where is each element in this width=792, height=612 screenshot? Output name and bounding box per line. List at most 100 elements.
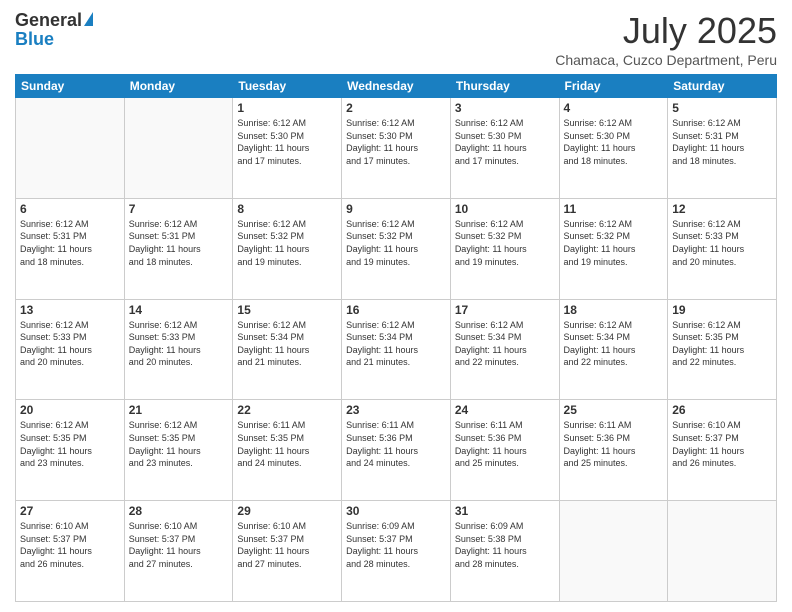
table-row: 2 Sunrise: 6:12 AM Sunset: 5:30 PM Daylig… (342, 98, 451, 199)
table-row: 12 Sunrise: 6:12 AM Sunset: 5:33 PM Dayli… (668, 198, 777, 299)
page: General Blue July 2025 Chamaca, Cuzco De… (0, 0, 792, 612)
table-row (668, 501, 777, 602)
day-info: Sunrise: 6:12 AM Sunset: 5:32 PM Dayligh… (455, 218, 555, 268)
day-info: Sunrise: 6:11 AM Sunset: 5:36 PM Dayligh… (455, 419, 555, 469)
day-info: Sunrise: 6:12 AM Sunset: 5:34 PM Dayligh… (237, 319, 337, 369)
table-row: 7 Sunrise: 6:12 AM Sunset: 5:31 PM Daylig… (124, 198, 233, 299)
table-row: 10 Sunrise: 6:12 AM Sunset: 5:32 PM Dayli… (450, 198, 559, 299)
day-info: Sunrise: 6:11 AM Sunset: 5:36 PM Dayligh… (346, 419, 446, 469)
col-wednesday: Wednesday (342, 75, 451, 98)
day-info: Sunrise: 6:09 AM Sunset: 5:38 PM Dayligh… (455, 520, 555, 570)
col-friday: Friday (559, 75, 668, 98)
day-info: Sunrise: 6:12 AM Sunset: 5:32 PM Dayligh… (564, 218, 664, 268)
day-number: 4 (564, 101, 664, 115)
day-info: Sunrise: 6:12 AM Sunset: 5:35 PM Dayligh… (672, 319, 772, 369)
table-row: 9Sunrise: 6:12 AM Sunset: 5:32 PM Daylig… (342, 198, 451, 299)
day-number: 28 (129, 504, 229, 518)
table-row: 5Sunrise: 6:12 AM Sunset: 5:31 PM Daylig… (668, 98, 777, 199)
day-number: 27 (20, 504, 120, 518)
table-row: 25Sunrise: 6:11 AM Sunset: 5:36 PM Dayli… (559, 400, 668, 501)
calendar-week-row: 27 Sunrise: 6:10 AM Sunset: 5:37 PM Dayli… (16, 501, 777, 602)
table-row (16, 98, 125, 199)
col-thursday: Thursday (450, 75, 559, 98)
day-number: 20 (20, 403, 120, 417)
day-number: 12 (672, 202, 772, 216)
title-block: July 2025 Chamaca, Cuzco Department, Per… (555, 10, 777, 68)
table-row: 1 Sunrise: 6:12 AM Sunset: 5:30 PM Daylig… (233, 98, 342, 199)
day-number: 3 (455, 101, 555, 115)
day-number: 29 (237, 504, 337, 518)
day-info: Sunrise: 6:10 AM Sunset: 5:37 PM Dayligh… (237, 520, 337, 570)
day-info: Sunrise: 6:10 AM Sunset: 5:37 PM Dayligh… (20, 520, 120, 570)
day-info: Sunrise: 6:12 AM Sunset: 5:30 PM Dayligh… (564, 117, 664, 167)
day-info: Sunrise: 6:09 AM Sunset: 5:37 PM Dayligh… (346, 520, 446, 570)
table-row: 18Sunrise: 6:12 AM Sunset: 5:34 PM Dayli… (559, 299, 668, 400)
day-number: 19 (672, 303, 772, 317)
table-row: 28 Sunrise: 6:10 AM Sunset: 5:37 PM Dayli… (124, 501, 233, 602)
table-row (559, 501, 668, 602)
table-row: 16 Sunrise: 6:12 AM Sunset: 5:34 PM Dayli… (342, 299, 451, 400)
day-number: 15 (237, 303, 337, 317)
table-row (124, 98, 233, 199)
calendar-table: Sunday Monday Tuesday Wednesday Thursday… (15, 74, 777, 602)
day-number: 10 (455, 202, 555, 216)
table-row: 3 Sunrise: 6:12 AM Sunset: 5:30 PM Daylig… (450, 98, 559, 199)
day-number: 5 (672, 101, 772, 115)
location: Chamaca, Cuzco Department, Peru (555, 52, 777, 68)
day-info: Sunrise: 6:12 AM Sunset: 5:30 PM Dayligh… (346, 117, 446, 167)
table-row: 20 Sunrise: 6:12 AM Sunset: 5:35 PM Dayli… (16, 400, 125, 501)
day-number: 21 (129, 403, 229, 417)
day-number: 8 (237, 202, 337, 216)
day-info: Sunrise: 6:12 AM Sunset: 5:30 PM Dayligh… (237, 117, 337, 167)
logo-general: General (15, 10, 82, 31)
calendar-week-row: 1 Sunrise: 6:12 AM Sunset: 5:30 PM Daylig… (16, 98, 777, 199)
day-number: 22 (237, 403, 337, 417)
table-row: 14Sunrise: 6:12 AM Sunset: 5:33 PM Dayli… (124, 299, 233, 400)
table-row: 15 Sunrise: 6:12 AM Sunset: 5:34 PM Dayli… (233, 299, 342, 400)
table-row: 6 Sunrise: 6:12 AM Sunset: 5:31 PM Daylig… (16, 198, 125, 299)
day-number: 6 (20, 202, 120, 216)
day-info: Sunrise: 6:12 AM Sunset: 5:32 PM Dayligh… (237, 218, 337, 268)
day-number: 7 (129, 202, 229, 216)
day-info: Sunrise: 6:10 AM Sunset: 5:37 PM Dayligh… (129, 520, 229, 570)
col-saturday: Saturday (668, 75, 777, 98)
table-row: 17Sunrise: 6:12 AM Sunset: 5:34 PM Dayli… (450, 299, 559, 400)
day-info: Sunrise: 6:12 AM Sunset: 5:30 PM Dayligh… (455, 117, 555, 167)
day-number: 16 (346, 303, 446, 317)
day-info: Sunrise: 6:12 AM Sunset: 5:33 PM Dayligh… (129, 319, 229, 369)
table-row: 26Sunrise: 6:10 AM Sunset: 5:37 PM Dayli… (668, 400, 777, 501)
day-number: 30 (346, 504, 446, 518)
day-number: 25 (564, 403, 664, 417)
day-info: Sunrise: 6:10 AM Sunset: 5:37 PM Dayligh… (672, 419, 772, 469)
table-row: 11Sunrise: 6:12 AM Sunset: 5:32 PM Dayli… (559, 198, 668, 299)
col-tuesday: Tuesday (233, 75, 342, 98)
table-row: 27 Sunrise: 6:10 AM Sunset: 5:37 PM Dayli… (16, 501, 125, 602)
day-info: Sunrise: 6:12 AM Sunset: 5:33 PM Dayligh… (672, 218, 772, 268)
table-row: 23 Sunrise: 6:11 AM Sunset: 5:36 PM Dayli… (342, 400, 451, 501)
logo-arrow-icon (84, 12, 93, 26)
day-info: Sunrise: 6:12 AM Sunset: 5:31 PM Dayligh… (20, 218, 120, 268)
table-row: 24 Sunrise: 6:11 AM Sunset: 5:36 PM Dayli… (450, 400, 559, 501)
calendar-week-row: 6 Sunrise: 6:12 AM Sunset: 5:31 PM Daylig… (16, 198, 777, 299)
day-info: Sunrise: 6:12 AM Sunset: 5:34 PM Dayligh… (346, 319, 446, 369)
day-number: 18 (564, 303, 664, 317)
table-row: 4 Sunrise: 6:12 AM Sunset: 5:30 PM Daylig… (559, 98, 668, 199)
day-number: 2 (346, 101, 446, 115)
day-number: 23 (346, 403, 446, 417)
day-info: Sunrise: 6:12 AM Sunset: 5:31 PM Dayligh… (129, 218, 229, 268)
day-info: Sunrise: 6:12 AM Sunset: 5:35 PM Dayligh… (20, 419, 120, 469)
day-info: Sunrise: 6:12 AM Sunset: 5:32 PM Dayligh… (346, 218, 446, 268)
table-row: 31 Sunrise: 6:09 AM Sunset: 5:38 PM Dayli… (450, 501, 559, 602)
table-row: 13 Sunrise: 6:12 AM Sunset: 5:33 PM Dayli… (16, 299, 125, 400)
col-sunday: Sunday (16, 75, 125, 98)
logo: General Blue (15, 10, 93, 50)
day-info: Sunrise: 6:11 AM Sunset: 5:35 PM Dayligh… (237, 419, 337, 469)
header: General Blue July 2025 Chamaca, Cuzco De… (15, 10, 777, 68)
day-number: 31 (455, 504, 555, 518)
table-row: 8 Sunrise: 6:12 AM Sunset: 5:32 PM Daylig… (233, 198, 342, 299)
day-number: 24 (455, 403, 555, 417)
day-info: Sunrise: 6:12 AM Sunset: 5:33 PM Dayligh… (20, 319, 120, 369)
day-number: 13 (20, 303, 120, 317)
day-number: 1 (237, 101, 337, 115)
day-info: Sunrise: 6:12 AM Sunset: 5:35 PM Dayligh… (129, 419, 229, 469)
